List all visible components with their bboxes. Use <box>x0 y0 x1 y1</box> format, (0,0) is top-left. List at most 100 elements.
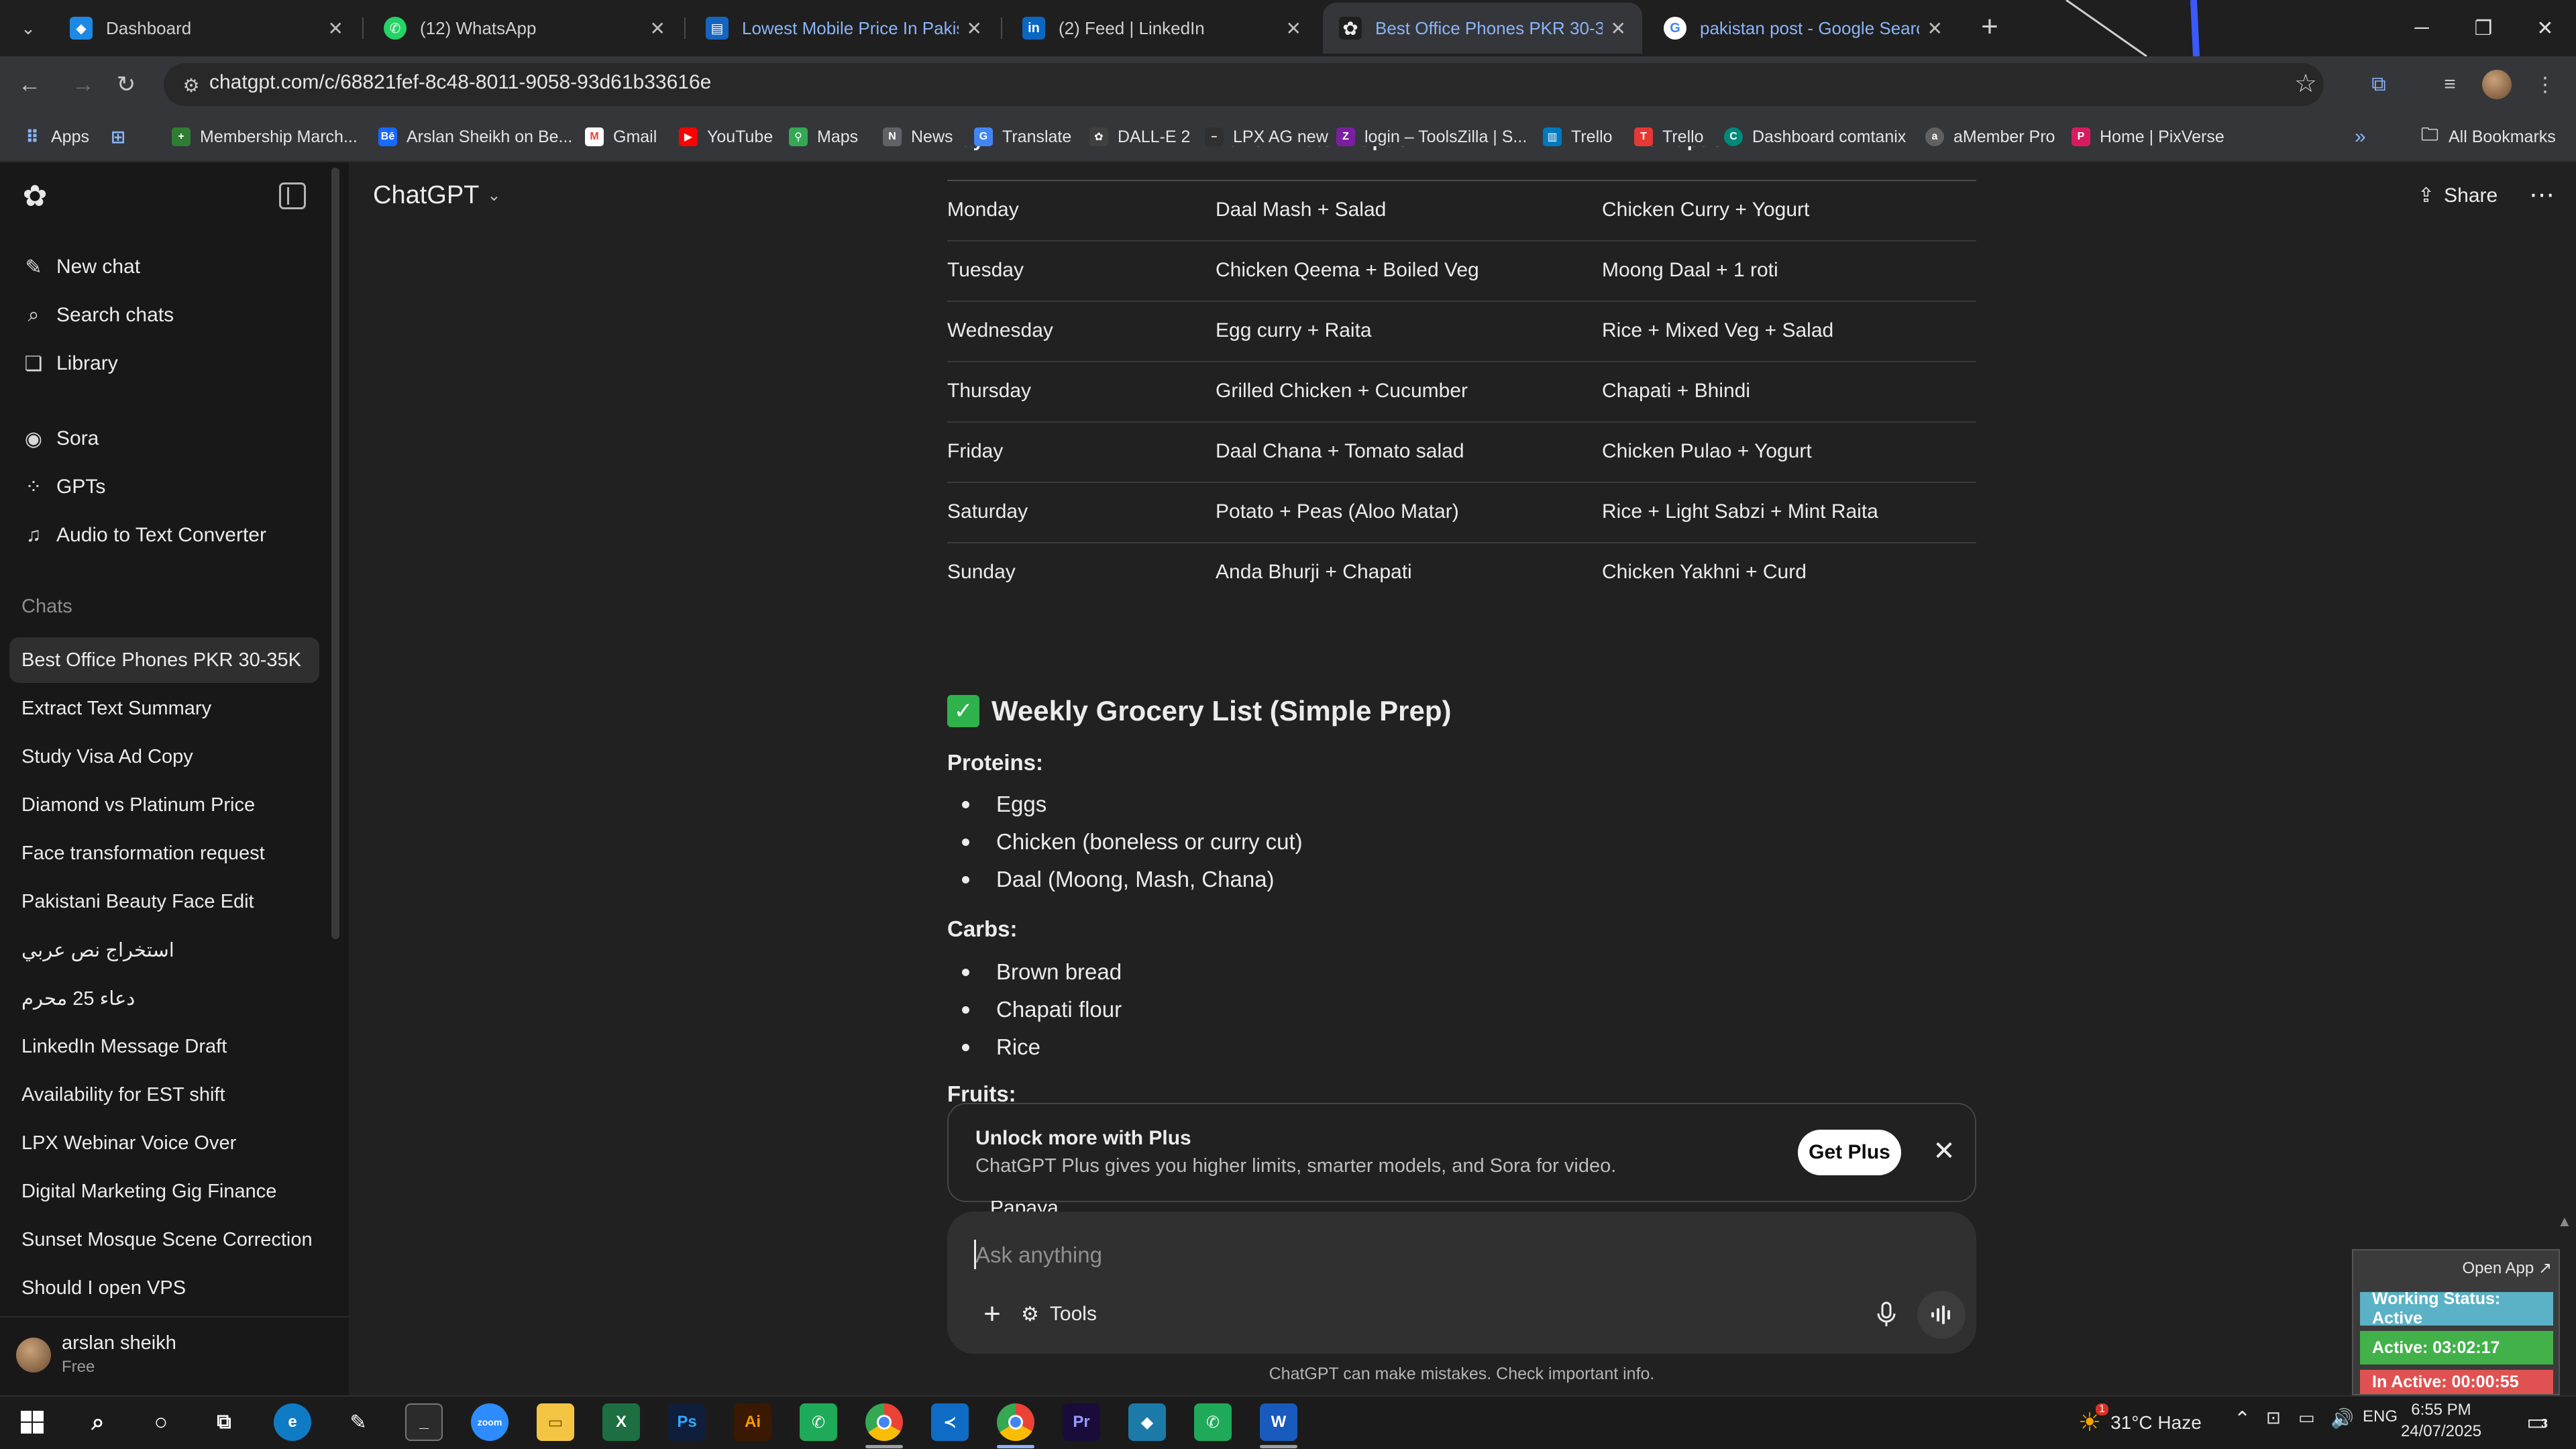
close-icon[interactable]: ✕ <box>1611 17 1626 40</box>
close-icon[interactable]: ✕ <box>967 17 982 40</box>
scroll-up-arrow-icon[interactable]: ▲ <box>2557 1213 2572 1242</box>
extensions-icon[interactable]: ⧉ <box>2364 70 2394 99</box>
chatgpt-logo-icon[interactable]: ✿ <box>19 180 51 213</box>
attach-plus-icon[interactable]: + <box>974 1296 1010 1332</box>
chat-item[interactable]: Sunset Mosque Scene Correction <box>9 1217 319 1263</box>
chat-item[interactable]: LPX Webinar Voice Over <box>9 1120 319 1166</box>
tab-whatsapp[interactable]: ✆ (12) WhatsApp ✕ <box>368 3 682 54</box>
green-app-icon[interactable]: ✆ <box>800 1403 837 1441</box>
photoshop-icon[interactable]: Ps <box>668 1403 706 1441</box>
chat-item[interactable]: Digital Marketing Gig Finance <box>9 1169 319 1214</box>
media-controls-icon[interactable]: ≡ <box>2435 70 2465 99</box>
show-hidden-icons[interactable]: ⌃ <box>2234 1407 2251 1431</box>
excel-icon[interactable]: X <box>602 1403 640 1441</box>
avatar[interactable] <box>16 1338 51 1373</box>
sidebar-item-gpts[interactable]: ⁘ GPTs <box>20 468 105 506</box>
bookmark-behance[interactable]: Bē Arslan Sheikh on Be... <box>378 122 572 152</box>
profile-avatar[interactable] <box>2482 70 2512 99</box>
chat-item[interactable]: Face transformation request <box>9 830 319 876</box>
bookmark-pixverse[interactable]: P Home | PixVerse <box>2072 122 2224 152</box>
user-name[interactable]: arslan sheikh <box>62 1332 176 1354</box>
close-icon[interactable]: ✕ <box>328 17 343 40</box>
windows-start-icon[interactable] <box>13 1403 51 1441</box>
bookmark-membership[interactable]: + Membership March... <box>172 122 358 152</box>
model-selector[interactable]: ChatGPT ⌄ <box>373 181 501 210</box>
edge-icon[interactable]: e <box>274 1403 311 1441</box>
word-icon[interactable]: W <box>1260 1403 1297 1441</box>
minimize-button[interactable]: ─ <box>2391 0 2453 56</box>
voice-mode-button[interactable] <box>1917 1291 1966 1339</box>
taskbar-search-icon[interactable]: ⌕ <box>79 1403 117 1441</box>
close-icon[interactable]: ✕ <box>1286 17 1301 40</box>
chat-item[interactable]: Extract Text Summary <box>9 686 319 731</box>
site-info-icon[interactable]: ⚙ <box>180 74 203 97</box>
tab-search-icon[interactable]: ⌄ <box>13 13 43 43</box>
chat-item[interactable]: Should I open VPS <box>9 1265 319 1311</box>
get-plus-button[interactable]: Get Plus <box>1798 1130 1901 1175</box>
back-icon[interactable]: ← <box>15 70 44 99</box>
bookmark-tab-groups[interactable]: ⊞ <box>109 122 137 152</box>
microphone-icon[interactable] <box>1870 1299 1902 1331</box>
task-view-icon[interactable]: ⧉ <box>205 1403 243 1441</box>
reload-icon[interactable]: ↻ <box>111 70 141 99</box>
close-icon[interactable]: ✕ <box>650 17 665 40</box>
prompt-input[interactable] <box>975 1238 1713 1272</box>
file-explorer-icon[interactable]: ▭ <box>537 1403 574 1441</box>
chat-item[interactable]: Availability for EST shift <box>9 1072 319 1118</box>
vscode-icon[interactable]: ≺ <box>931 1403 969 1441</box>
chat-item[interactable]: Study Visa Ad Copy <box>9 734 319 780</box>
terminal-icon[interactable]: _ <box>405 1403 443 1441</box>
volume-icon[interactable]: 🔊 <box>2330 1407 2354 1430</box>
search-chats-button[interactable]: ⌕ Search chats <box>20 297 174 334</box>
chat-item[interactable]: استخراج نص عربي <box>9 927 319 973</box>
forward-icon[interactable]: → <box>68 70 98 99</box>
chrome-menu-icon[interactable]: ⋮ <box>2530 70 2560 99</box>
tab-lowest-mobile-price[interactable]: ▤ Lowest Mobile Price In Pakistan ✕ <box>690 3 998 54</box>
chrome-icon[interactable] <box>865 1403 903 1441</box>
illustrator-icon[interactable]: Ai <box>734 1403 771 1441</box>
close-window-button[interactable]: ✕ <box>2514 0 2576 56</box>
tab-linkedin[interactable]: in (2) Feed | LinkedIn ✕ <box>1006 3 1318 54</box>
close-icon[interactable]: ✕ <box>1927 17 1943 40</box>
bookmark-youtube[interactable]: ▶ YouTube <box>679 122 773 152</box>
chat-item[interactable]: Pakistani Beauty Face Edit <box>9 879 319 924</box>
pen-icon[interactable]: ✎ <box>339 1403 377 1441</box>
new-chat-button[interactable]: ✎ New chat <box>20 248 140 286</box>
clock[interactable]: 6:55 PM 24/07/2025 <box>2391 1399 2491 1442</box>
library-button[interactable]: ❏ Library <box>20 345 118 382</box>
bookmark-star-icon[interactable]: ☆ <box>2294 68 2317 99</box>
cortana-icon[interactable]: ○ <box>142 1403 180 1441</box>
bookmarks-overflow-icon[interactable]: » <box>2355 122 2366 152</box>
chat-item-active[interactable]: Best Office Phones PKR 30-35K <box>9 637 319 683</box>
notification-center-icon[interactable]: ▭ <box>2517 1402 2557 1442</box>
bookmark-gmail[interactable]: M Gmail <box>585 122 657 152</box>
network-icon[interactable]: ⊡ <box>2266 1407 2281 1428</box>
share-button[interactable]: ⇪ Share <box>2418 184 2498 207</box>
wifi-icon[interactable]: ▭ <box>2298 1407 2315 1428</box>
teal-app-icon[interactable]: ◆ <box>1128 1403 1166 1441</box>
chat-item[interactable]: LinkedIn Message Draft <box>9 1024 319 1069</box>
premiere-icon[interactable]: Pr <box>1063 1403 1100 1441</box>
new-tab-button[interactable]: + <box>1972 9 2007 44</box>
sidebar-item-sora[interactable]: ◉ Sora <box>20 420 99 458</box>
chat-item[interactable]: دعاء 25 محرم <box>9 975 319 1021</box>
close-icon[interactable]: ✕ <box>1929 1136 1959 1166</box>
open-app-link[interactable]: Open App ↗ <box>2462 1258 2552 1278</box>
tab-best-office-phones[interactable]: ✿ Best Office Phones PKR 30-35K ✕ <box>1323 3 1642 54</box>
tab-google-search[interactable]: G pakistan post - Google Search ✕ <box>1648 3 1959 54</box>
zoom-icon[interactable]: zoom <box>471 1403 508 1441</box>
more-options-icon[interactable]: ⋯ <box>2529 180 2555 210</box>
chrome-profile-icon[interactable] <box>997 1403 1034 1441</box>
bookmark-apps[interactable]: ⠿ Apps <box>23 122 89 152</box>
sidebar-item-audio-to-text[interactable]: ♫ Audio to Text Converter <box>20 517 266 554</box>
restore-button[interactable]: ❐ <box>2453 0 2514 56</box>
chat-item[interactable]: Diamond vs Platinum Price <box>9 782 319 828</box>
url-text[interactable]: chatgpt.com/c/68821fef-8c48-8011-9058-93… <box>209 71 711 94</box>
all-bookmarks[interactable]: 🗀 All Bookmarks <box>2420 122 2556 152</box>
weather-widget[interactable]: ☀ 1 31°C Haze <box>2078 1403 2202 1438</box>
green-app-2-icon[interactable]: ✆ <box>1194 1403 1232 1441</box>
sidebar-scrollbar[interactable] <box>331 168 339 939</box>
bookmark-news[interactable]: N News <box>883 122 953 152</box>
tools-button[interactable]: ⚙ Tools <box>1021 1297 1097 1331</box>
sidebar-toggle-icon[interactable] <box>279 182 306 209</box>
